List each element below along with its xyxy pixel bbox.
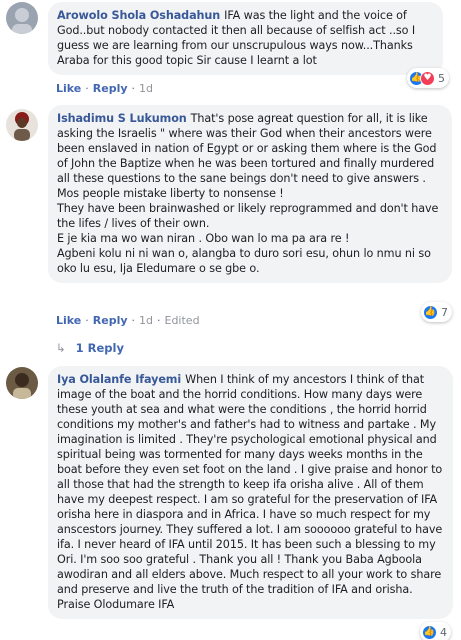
separator: · [131,82,136,95]
like-button[interactable]: Like [56,314,81,327]
reaction-count: 4 [440,625,447,639]
reply-button[interactable]: Reply [93,82,128,95]
comment-text-line: They have been brainwashed or likely rep… [57,202,439,230]
avatar[interactable] [6,2,38,34]
edited-label[interactable]: Edited [165,314,200,327]
comment-author[interactable]: Ishadimu S Lukumon [57,112,187,125]
view-replies-link[interactable]: ↳ 1 Reply [56,341,124,355]
separator: · [85,314,89,327]
comment-bubble: Arowolo Shola Oshadahun IFA was the light… [48,2,443,75]
reaction-count: 5 [438,71,445,85]
comment-bubble: Iya Olalanfe Ifayemi When I think of my a… [48,366,453,619]
reaction-summary[interactable]: 👍 ♥ 5 [407,68,449,88]
replies-count: 1 Reply [75,341,124,355]
avatar[interactable] [6,109,38,141]
comment-actions: Like · Reply · 1d · Edited [56,314,200,327]
comment-text-line: Agbeni kolu ni ni wan o, alangba to duro… [57,247,431,275]
reaction-summary[interactable]: 👍 4 [420,622,451,640]
reaction-count: 7 [441,305,448,319]
like-icon: 👍 [422,624,437,640]
separator: · [131,314,136,327]
avatar[interactable] [6,367,38,399]
comment-author[interactable]: Arowolo Shola Oshadahun [57,9,220,22]
love-icon: ♥ [420,70,435,86]
separator: · [157,314,161,327]
reply-arrow-icon: ↳ [56,341,66,355]
reply-button[interactable]: Reply [93,314,128,327]
reaction-summary[interactable]: 👍 7 [421,302,452,322]
timestamp[interactable]: 1d [139,314,153,327]
like-icon: 👍 [423,304,438,320]
comment-author[interactable]: Iya Olalanfe Ifayemi [57,373,181,386]
like-button[interactable]: Like [56,82,81,95]
separator: · [85,82,89,95]
comment-text-line: E je kia ma wo wan niran . Obo wan lo ma… [57,232,350,245]
comment-text-line: Mos people mistake liberty to nonsense ! [57,187,284,200]
timestamp[interactable]: 1d [139,82,153,95]
comment-actions: Like · Reply · 1d [56,82,153,95]
comment-text: When I think of my ancestors I think of … [57,373,443,611]
comment-bubble: Ishadimu S Lukumon That's pose agreat que… [48,105,452,283]
